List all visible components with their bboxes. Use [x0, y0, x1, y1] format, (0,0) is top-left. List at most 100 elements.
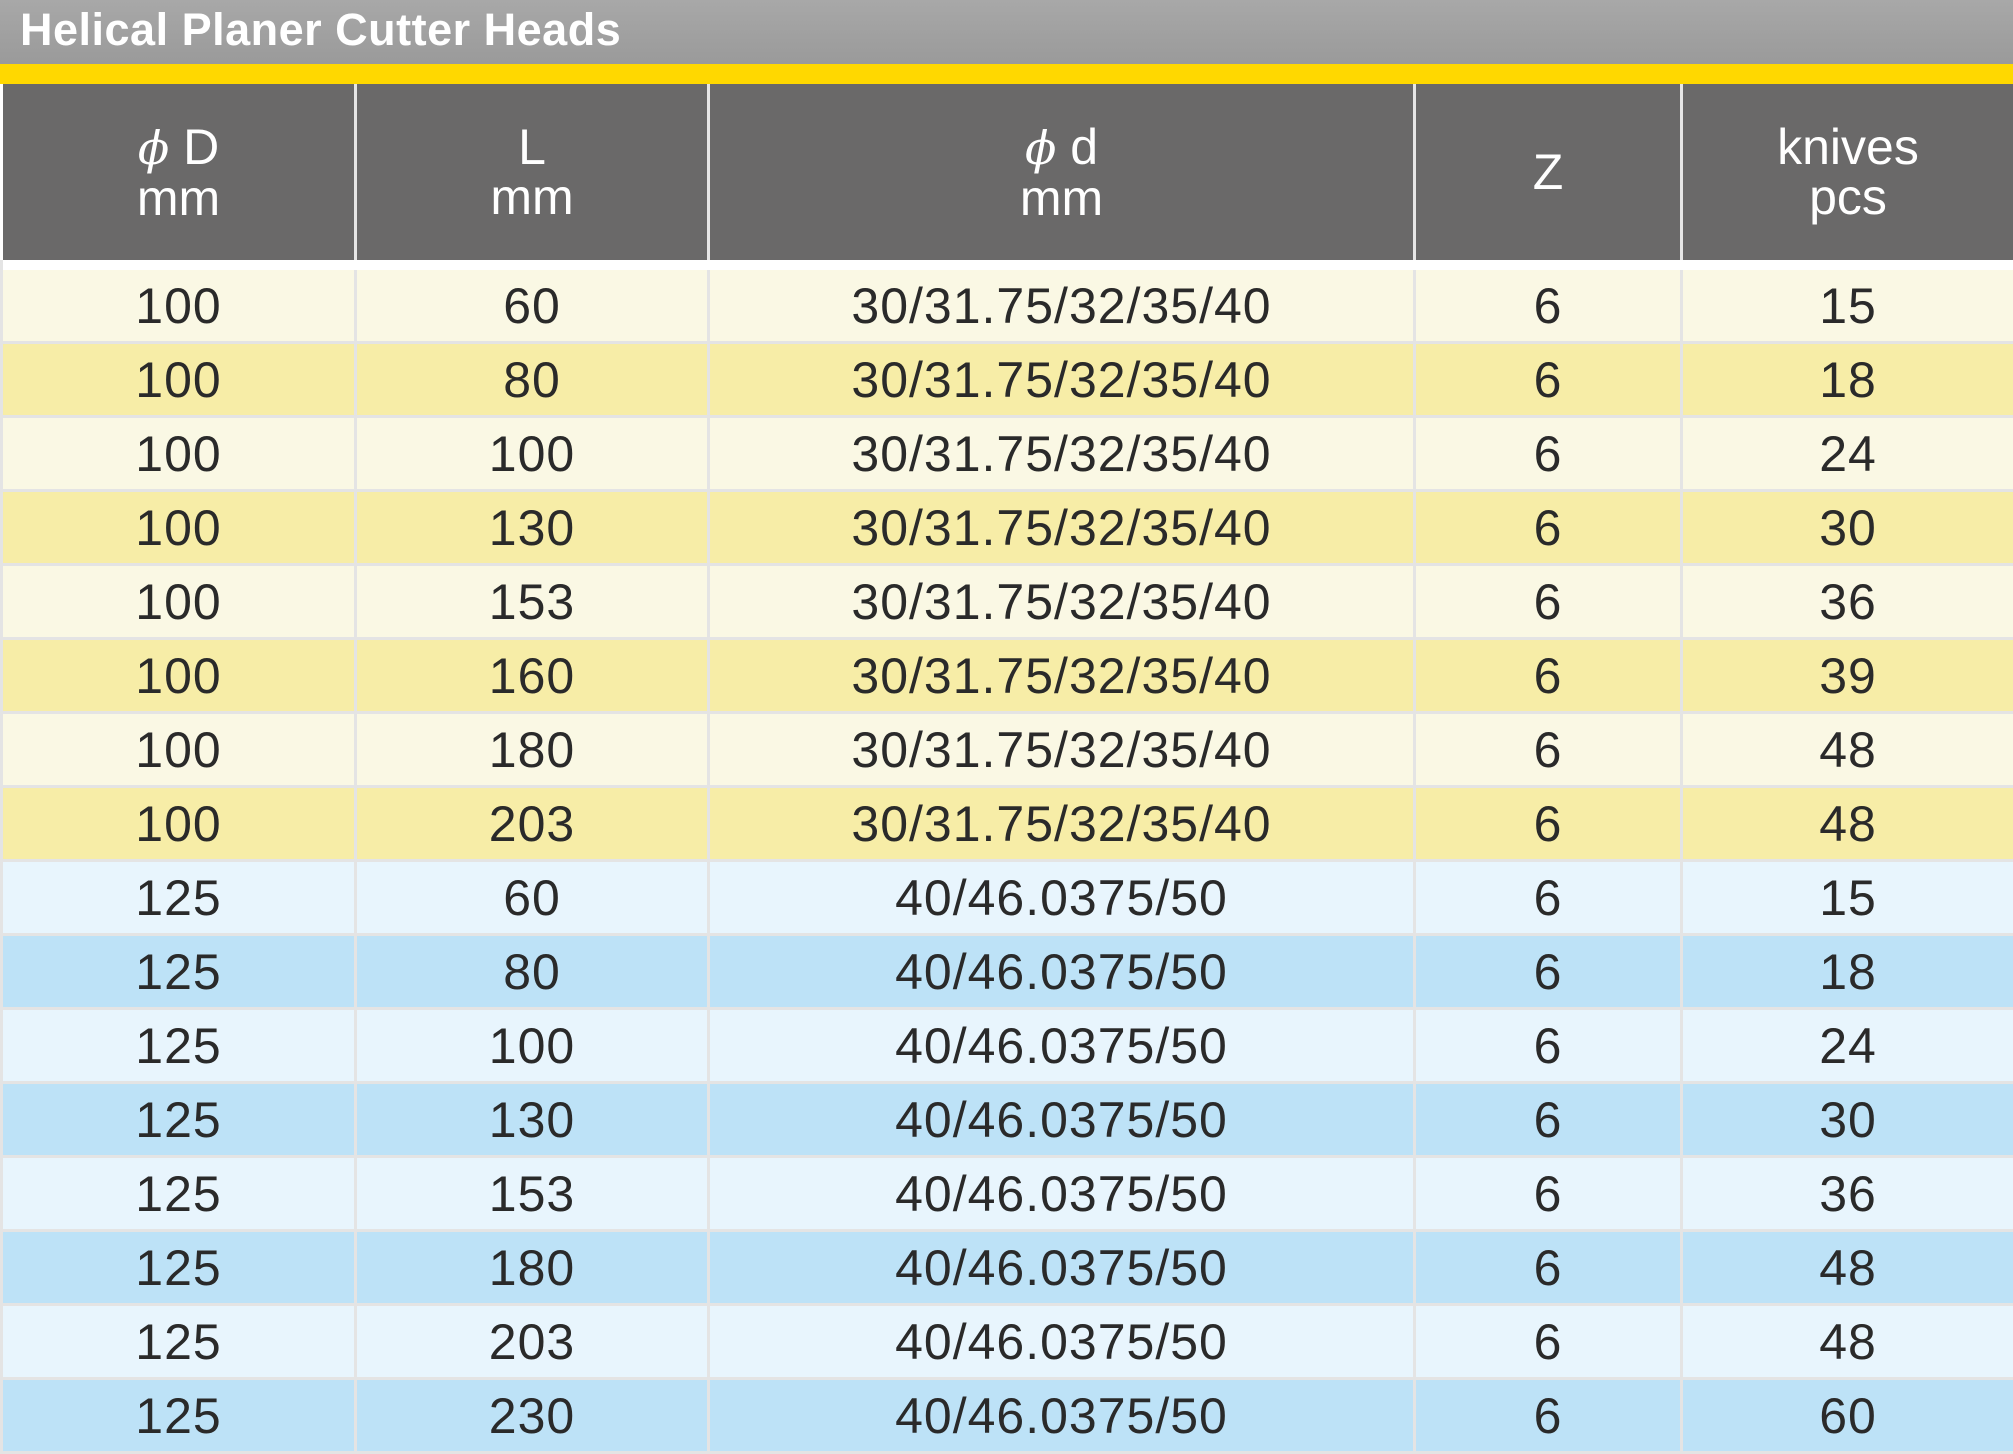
- cell-bore: 40/46.0375/50: [709, 1157, 1415, 1231]
- cell-length: 100: [356, 417, 709, 491]
- cell-teeth: 6: [1415, 270, 1682, 343]
- header-knives: knives pcs: [1682, 84, 2013, 260]
- phi-symbol: ϕ: [1025, 121, 1056, 175]
- cell-diameter: 100: [2, 417, 356, 491]
- header-teeth-Z: Z: [1415, 84, 1682, 260]
- table-row: 10010030/31.75/32/35/40624: [2, 417, 2013, 491]
- cell-bore: 40/46.0375/50: [709, 935, 1415, 1009]
- cell-bore: 30/31.75/32/35/40: [709, 713, 1415, 787]
- cell-bore: 30/31.75/32/35/40: [709, 417, 1415, 491]
- table-row: 1008030/31.75/32/35/40618: [2, 343, 2013, 417]
- cell-teeth: 6: [1415, 417, 1682, 491]
- cell-bore: 30/31.75/32/35/40: [709, 639, 1415, 713]
- table-row: 10020330/31.75/32/35/40648: [2, 787, 2013, 861]
- cell-length: 180: [356, 1231, 709, 1305]
- cell-length: 130: [356, 1083, 709, 1157]
- cell-length: 153: [356, 565, 709, 639]
- table-row: 10015330/31.75/32/35/40636: [2, 565, 2013, 639]
- cell-diameter: 100: [2, 491, 356, 565]
- cell-bore: 30/31.75/32/35/40: [709, 491, 1415, 565]
- cell-knives: 24: [1682, 417, 2013, 491]
- cell-diameter: 125: [2, 861, 356, 935]
- cell-bore: 40/46.0375/50: [709, 861, 1415, 935]
- header-label: knives: [1683, 122, 2013, 172]
- cell-knives: 15: [1682, 861, 2013, 935]
- cell-teeth: 6: [1415, 565, 1682, 639]
- cell-bore: 40/46.0375/50: [709, 1305, 1415, 1379]
- cell-bore: 30/31.75/32/35/40: [709, 343, 1415, 417]
- cell-knives: 18: [1682, 935, 2013, 1009]
- cell-diameter: 125: [2, 1083, 356, 1157]
- cell-knives: 48: [1682, 713, 2013, 787]
- table-body: 1006030/31.75/32/35/406151008030/31.75/3…: [2, 260, 2013, 1453]
- cell-length: 203: [356, 787, 709, 861]
- table-row: 12520340/46.0375/50648: [2, 1305, 2013, 1379]
- cell-teeth: 6: [1415, 861, 1682, 935]
- cutter-heads-table: ϕ D mm L mm ϕ d mm Z knives pcs 1006030/…: [0, 84, 2013, 1454]
- cell-length: 180: [356, 713, 709, 787]
- cell-teeth: 6: [1415, 1157, 1682, 1231]
- cell-teeth: 6: [1415, 787, 1682, 861]
- cell-knives: 18: [1682, 343, 2013, 417]
- cell-knives: 30: [1682, 491, 2013, 565]
- table-row: 10018030/31.75/32/35/40648: [2, 713, 2013, 787]
- cell-length: 60: [356, 861, 709, 935]
- page-title: Helical Planer Cutter Heads: [20, 4, 621, 56]
- cell-knives: 48: [1682, 1231, 2013, 1305]
- cell-teeth: 6: [1415, 1379, 1682, 1453]
- cell-diameter: 125: [2, 1157, 356, 1231]
- header-unit: pcs: [1683, 172, 2013, 222]
- cell-diameter: 100: [2, 713, 356, 787]
- cell-diameter: 125: [2, 1231, 356, 1305]
- cell-knives: 48: [1682, 787, 2013, 861]
- header-label: Z: [1416, 147, 1680, 197]
- cell-knives: 39: [1682, 639, 2013, 713]
- cell-teeth: 6: [1415, 935, 1682, 1009]
- table-row: 12523040/46.0375/50660: [2, 1379, 2013, 1453]
- cell-diameter: 100: [2, 565, 356, 639]
- cell-bore: 30/31.75/32/35/40: [709, 565, 1415, 639]
- header-diameter-D: ϕ D mm: [2, 84, 356, 260]
- cell-length: 80: [356, 935, 709, 1009]
- header-label: D: [183, 119, 219, 175]
- header-gap: [2, 260, 2013, 270]
- header-label: d: [1070, 119, 1098, 175]
- cell-teeth: 6: [1415, 1231, 1682, 1305]
- phi-symbol: ϕ: [138, 121, 169, 175]
- cell-diameter: 125: [2, 1009, 356, 1083]
- cell-bore: 40/46.0375/50: [709, 1231, 1415, 1305]
- cell-knives: 36: [1682, 1157, 2013, 1231]
- cell-teeth: 6: [1415, 713, 1682, 787]
- cell-diameter: 125: [2, 1305, 356, 1379]
- cell-teeth: 6: [1415, 1305, 1682, 1379]
- cell-diameter: 125: [2, 1379, 356, 1453]
- table-row: 12513040/46.0375/50630: [2, 1083, 2013, 1157]
- cell-length: 230: [356, 1379, 709, 1453]
- cell-diameter: 100: [2, 343, 356, 417]
- cell-length: 80: [356, 343, 709, 417]
- cell-length: 60: [356, 270, 709, 343]
- title-bar: Helical Planer Cutter Heads: [0, 0, 2013, 64]
- cell-diameter: 100: [2, 270, 356, 343]
- cell-bore: 40/46.0375/50: [709, 1009, 1415, 1083]
- table-row: 1256040/46.0375/50615: [2, 861, 2013, 935]
- table-row: 10016030/31.75/32/35/40639: [2, 639, 2013, 713]
- cell-bore: 40/46.0375/50: [709, 1083, 1415, 1157]
- table-row: 12518040/46.0375/50648: [2, 1231, 2013, 1305]
- cell-length: 100: [356, 1009, 709, 1083]
- cell-diameter: 100: [2, 639, 356, 713]
- header-unit: mm: [710, 173, 1413, 223]
- cell-length: 160: [356, 639, 709, 713]
- table-row: 10013030/31.75/32/35/40630: [2, 491, 2013, 565]
- table-row: 1006030/31.75/32/35/40615: [2, 270, 2013, 343]
- cell-bore: 30/31.75/32/35/40: [709, 787, 1415, 861]
- cell-diameter: 125: [2, 935, 356, 1009]
- cell-length: 130: [356, 491, 709, 565]
- table-row: 12515340/46.0375/50636: [2, 1157, 2013, 1231]
- table-header-row: ϕ D mm L mm ϕ d mm Z knives pcs: [2, 84, 2013, 260]
- table-row: 1258040/46.0375/50618: [2, 935, 2013, 1009]
- header-unit: mm: [357, 172, 707, 222]
- cell-teeth: 6: [1415, 639, 1682, 713]
- cell-teeth: 6: [1415, 491, 1682, 565]
- header-bore-d: ϕ d mm: [709, 84, 1415, 260]
